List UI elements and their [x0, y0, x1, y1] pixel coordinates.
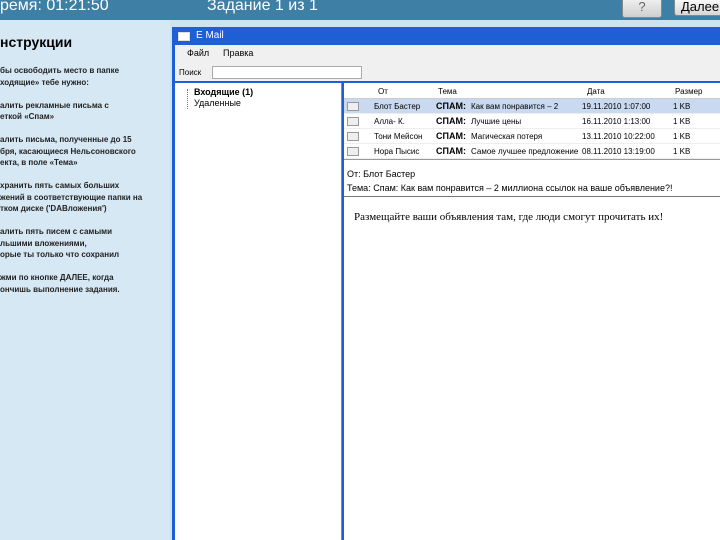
instruction-line: льшими вложениями,: [0, 238, 87, 248]
envelope-icon: [347, 102, 359, 111]
instruction-line: [0, 261, 142, 273]
message-subject: Лучшие цены: [471, 117, 522, 126]
instruction-line: орые ты только что сохранил: [0, 250, 120, 259]
search-label: Поиск: [179, 68, 202, 77]
window-titlebar: E Mail: [172, 27, 720, 45]
folder-pane: Входящие (1) Удаленные: [175, 83, 342, 540]
instruction-line: бря, касающиеся Нельсоновского: [0, 146, 136, 156]
message-subject: Магическая потеря: [471, 132, 543, 141]
instructions-panel: нструкции бы освободить место в папке ход…: [0, 20, 170, 540]
instructions-list: бы освободить место в папке ходящие» тебе…: [0, 65, 142, 295]
instruction-line: алить пять писем с самыми: [0, 227, 113, 236]
menu-edit[interactable]: Правка: [223, 48, 253, 58]
instruction-line: бы освободить место в папке: [0, 66, 120, 75]
message-date: 08.11.2010 13:19:00: [582, 147, 655, 156]
menu-bar: Файл Правка: [175, 45, 720, 61]
preview-from: От: Блот Бастер: [347, 169, 416, 179]
message-from: Алла- К.: [374, 117, 405, 126]
instruction-line: жми по кнопке ДАЛЕЕ, когда: [0, 273, 114, 282]
instruction-line: ходящие» тебе нужно:: [0, 77, 89, 87]
message-date: 13.11.2010 10:22:00: [582, 132, 655, 141]
message-subject: Как вам понравится – 2: [471, 102, 559, 111]
message-from: Блот Бастер: [374, 102, 421, 111]
preview-body: Размещайте ваши объявления там, где люди…: [354, 211, 664, 223]
instruction-line: алить рекламные письма с: [0, 100, 109, 110]
envelope-icon: [347, 132, 359, 141]
message-size: 1 KB: [673, 132, 691, 141]
message-list-header: От Тема Дата Размер: [344, 83, 720, 99]
message-tag: СПАМ:: [436, 116, 466, 126]
top-bar: ремя: 01:21:50 Задание 1 из 1 ? Далее: [0, 0, 720, 20]
message-pane: От Тема Дата Размер Блот Бастер СПАМ: Как …: [344, 83, 720, 540]
envelope-icon: [347, 117, 359, 126]
window-title: E Mail: [196, 30, 224, 41]
instruction-line: [0, 215, 142, 227]
help-button[interactable]: ?: [622, 0, 662, 18]
email-window: E Mail Файл Правка Поиск Входящие (1) Уд…: [172, 27, 720, 540]
message-size: 1 KB: [673, 117, 691, 126]
folder-inbox[interactable]: Входящие (1): [194, 87, 253, 97]
timer-text: ремя: 01:21:50: [0, 0, 109, 14]
instruction-line: жений в соответствующие папки на: [0, 192, 143, 202]
message-tag: СПАМ:: [436, 146, 466, 156]
message-date: 16.11.2010 1:13:00: [582, 117, 651, 126]
message-from: Нора Пысис: [374, 147, 420, 156]
message-tag: СПАМ:: [436, 101, 466, 111]
instruction-line: алить письма, полученные до 15: [0, 135, 132, 144]
message-tag: СПАМ:: [436, 131, 466, 141]
instructions-title: нструкции: [0, 34, 73, 50]
message-row[interactable]: Тони Мейсон СПАМ: Магическая потеря 13.11.2…: [344, 129, 720, 144]
instruction-line: ончишь выполнение задания.: [0, 284, 120, 294]
menu-file[interactable]: Файл: [187, 48, 209, 58]
instruction-line: [0, 88, 142, 100]
instruction-line: тком диске ('DAВложения'): [0, 204, 107, 213]
mail-icon: [178, 32, 190, 41]
list-divider: [344, 159, 720, 160]
folder-deleted[interactable]: Удаленные: [194, 98, 241, 108]
message-size: 1 KB: [673, 102, 691, 111]
message-row[interactable]: Алла- К. СПАМ: Лучшие цены 16.11.2010 1:13:…: [344, 114, 720, 129]
col-subject[interactable]: Тема: [438, 87, 457, 96]
message-row[interactable]: Блот Бастер СПАМ: Как вам понравится – 2 19…: [344, 99, 720, 114]
preview-subject: Тема: Спам: Как вам понравится – 2 милли…: [347, 183, 673, 193]
message-size: 1 KB: [673, 147, 691, 156]
next-button[interactable]: Далее: [674, 0, 720, 16]
col-size[interactable]: Размер: [675, 87, 703, 96]
search-input[interactable]: [212, 66, 362, 79]
col-from[interactable]: От: [378, 87, 388, 96]
instruction-line: еткой «Спам»: [0, 112, 55, 121]
instruction-line: [0, 169, 142, 181]
message-row[interactable]: Нора Пысис СПАМ: Самое лучшее предложение 0…: [344, 144, 720, 159]
task-counter: Задание 1 из 1: [207, 0, 318, 14]
instruction-line: хранить пять самых больших: [0, 181, 120, 190]
search-row: Поиск: [175, 61, 720, 81]
col-date[interactable]: Дата: [587, 87, 605, 96]
message-subject: Самое лучшее предложение: [471, 147, 579, 156]
message-date: 19.11.2010 1:07:00: [582, 102, 651, 111]
instruction-line: [0, 123, 142, 135]
instruction-line: екта, в поле «Тема»: [0, 158, 78, 167]
message-from: Тони Мейсон: [374, 132, 423, 141]
envelope-icon: [347, 147, 359, 156]
preview-divider: [344, 196, 720, 197]
